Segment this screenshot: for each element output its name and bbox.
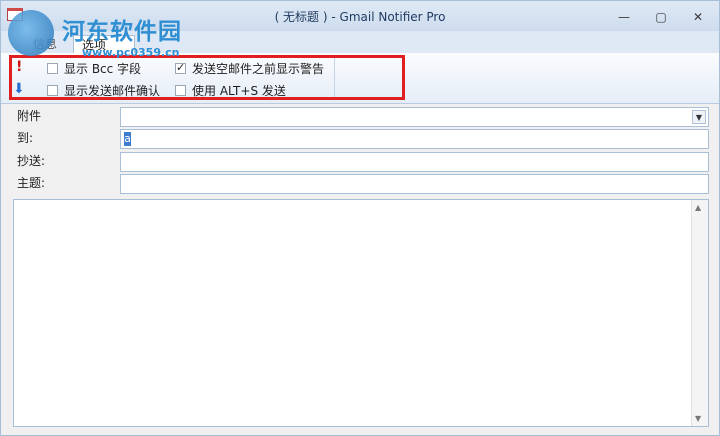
close-button[interactable]: ✕ bbox=[687, 9, 709, 25]
title-bar: ( 无标题 ) - Gmail Notifier Pro — ▢ ✕ bbox=[1, 1, 719, 31]
to-input-value: a bbox=[124, 132, 131, 146]
chevron-down-icon[interactable]: ▼ bbox=[692, 110, 706, 124]
message-body-textarea[interactable]: ▲ ▼ bbox=[13, 199, 709, 427]
tab-info[interactable]: 信息 bbox=[25, 35, 65, 53]
tab-bar: 信息 选项 bbox=[1, 31, 719, 54]
attachment-label: 附件 bbox=[17, 109, 42, 123]
tab-options[interactable]: 选项 bbox=[73, 35, 135, 54]
window-title: ( 无标题 ) - Gmail Notifier Pro bbox=[274, 10, 446, 24]
scroll-down-icon[interactable]: ▼ bbox=[695, 414, 701, 423]
subject-input[interactable] bbox=[120, 174, 709, 194]
to-input[interactable]: a bbox=[120, 129, 709, 149]
highlight-box bbox=[9, 55, 405, 100]
maximize-button[interactable]: ▢ bbox=[650, 9, 672, 25]
to-label: 到: bbox=[17, 131, 34, 145]
scroll-up-icon[interactable]: ▲ bbox=[695, 203, 701, 212]
subject-label: 主题: bbox=[17, 176, 46, 190]
cc-input[interactable] bbox=[120, 152, 709, 172]
attachment-dropdown[interactable]: ▼ bbox=[120, 107, 709, 127]
minimize-button[interactable]: — bbox=[613, 9, 635, 25]
cc-label: 抄送: bbox=[17, 154, 46, 168]
vertical-scrollbar[interactable]: ▲ ▼ bbox=[691, 200, 708, 426]
app-window: ( 无标题 ) - Gmail Notifier Pro — ▢ ✕ 信息 选项… bbox=[0, 0, 720, 436]
